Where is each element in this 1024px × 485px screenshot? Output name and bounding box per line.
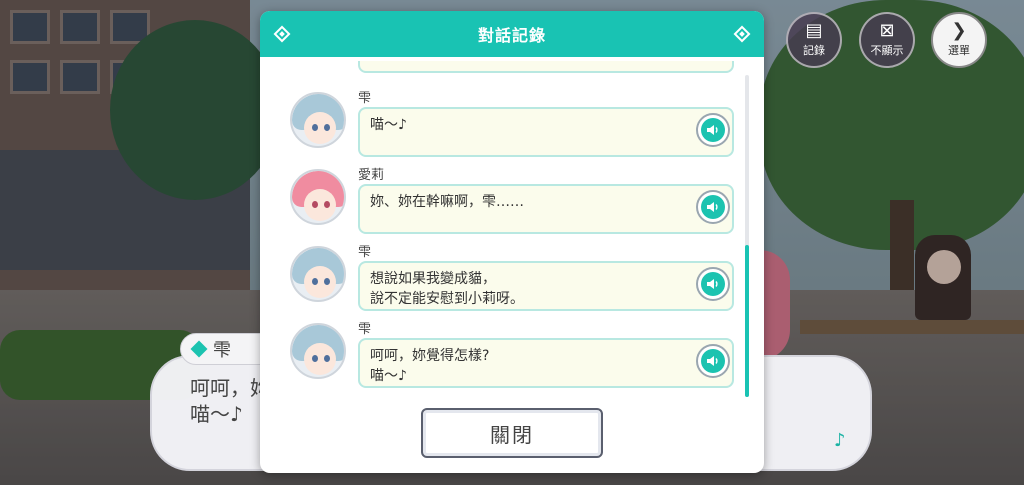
speaker-name: 雫: [358, 322, 372, 337]
log-entry: 愛莉 妳、妳在幹嘛啊，雫……: [260, 164, 764, 240]
scrollbar[interactable]: [745, 75, 749, 397]
diamond-icon: [190, 340, 208, 358]
chevron-right-icon: ❯: [951, 20, 967, 41]
log-button[interactable]: ▤ 記錄: [786, 12, 842, 68]
avatar: [290, 323, 346, 379]
menu-button-label: 選單: [948, 44, 970, 57]
avatar-eye: [312, 278, 318, 285]
log-button-label: 記錄: [803, 44, 825, 57]
avatar: [290, 92, 346, 148]
hide-icon: ⊠: [879, 20, 895, 41]
avatar-eye: [312, 124, 318, 131]
message-text: 妳、妳在幹嘛啊，雫……: [370, 194, 524, 210]
avatar-eye: [312, 201, 318, 208]
avatar-eye: [312, 355, 318, 362]
speaker-icon: [701, 195, 725, 219]
message-text: 呵呵，妳覺得怎樣?: [370, 348, 490, 364]
hide-ui-button[interactable]: ⊠ 不顯示: [859, 12, 915, 68]
music-note-icon: ♪: [834, 430, 846, 451]
dialogue-log-list[interactable]: 雫 喵～♪ 愛莉 妳、妳在幹嘛啊，雫…… 雫 想說如果我變成貓， 說不定能安慰到…: [260, 61, 764, 403]
speaker-name: 雫: [358, 245, 372, 260]
voice-replay-button[interactable]: [696, 190, 730, 224]
message-text: 說不定能安慰到小莉呀。: [370, 291, 524, 307]
avatar: [290, 246, 346, 302]
log-entry: 雫 想說如果我變成貓， 說不定能安慰到小莉呀。: [260, 241, 764, 317]
message-text: 喵～♪: [370, 368, 407, 384]
modal-header: 對話記錄: [260, 11, 764, 57]
speaker-name: 愛莉: [358, 168, 385, 183]
avatar-face: [304, 343, 336, 375]
message-bubble: 想說如果我變成貓， 說不定能安慰到小莉呀。: [358, 261, 734, 311]
avatar-eye: [324, 201, 330, 208]
speaker-name: 雫: [213, 340, 231, 361]
avatar-eye: [324, 124, 330, 131]
menu-button[interactable]: ❯ 選單: [931, 12, 987, 68]
diamond-icon: [273, 25, 291, 43]
speaker-icon: [701, 272, 725, 296]
avatar-face: [304, 189, 336, 221]
voice-replay-button[interactable]: [696, 267, 730, 301]
speaker-name: 雫: [358, 91, 372, 106]
voice-replay-button[interactable]: [696, 113, 730, 147]
avatar-eye: [324, 355, 330, 362]
diamond-icon: [733, 25, 751, 43]
log-icon: ▤: [805, 20, 823, 41]
message-bubble: 喵～♪: [358, 107, 734, 157]
avatar-face: [304, 112, 336, 144]
avatar-eye: [324, 278, 330, 285]
dialogue-log-modal: 對話記錄 雫 喵～♪ 愛莉 妳、妳在幹嘛啊，雫…… 雫 想說如果我變成貓， 說不…: [260, 11, 764, 473]
previous-message-bubble: [358, 61, 734, 73]
hide-button-label: 不顯示: [870, 44, 904, 57]
log-entry: 雫 喵～♪: [260, 87, 764, 163]
speaker-icon: [701, 349, 725, 373]
voice-replay-button[interactable]: [696, 344, 730, 378]
scrollbar-thumb[interactable]: [745, 245, 749, 397]
message-text: 喵～♪: [370, 117, 407, 133]
avatar-face: [304, 266, 336, 298]
message-bubble: 呵呵，妳覺得怎樣? 喵～♪: [358, 338, 734, 388]
avatar: [290, 169, 346, 225]
message-bubble: 妳、妳在幹嘛啊，雫……: [358, 184, 734, 234]
close-button[interactable]: 關閉: [421, 408, 603, 458]
modal-title: 對話記錄: [477, 26, 546, 45]
message-text: 想說如果我變成貓，: [370, 271, 496, 287]
log-entry: 雫 呵呵，妳覺得怎樣? 喵～♪: [260, 318, 764, 394]
speaker-icon: [701, 118, 725, 142]
